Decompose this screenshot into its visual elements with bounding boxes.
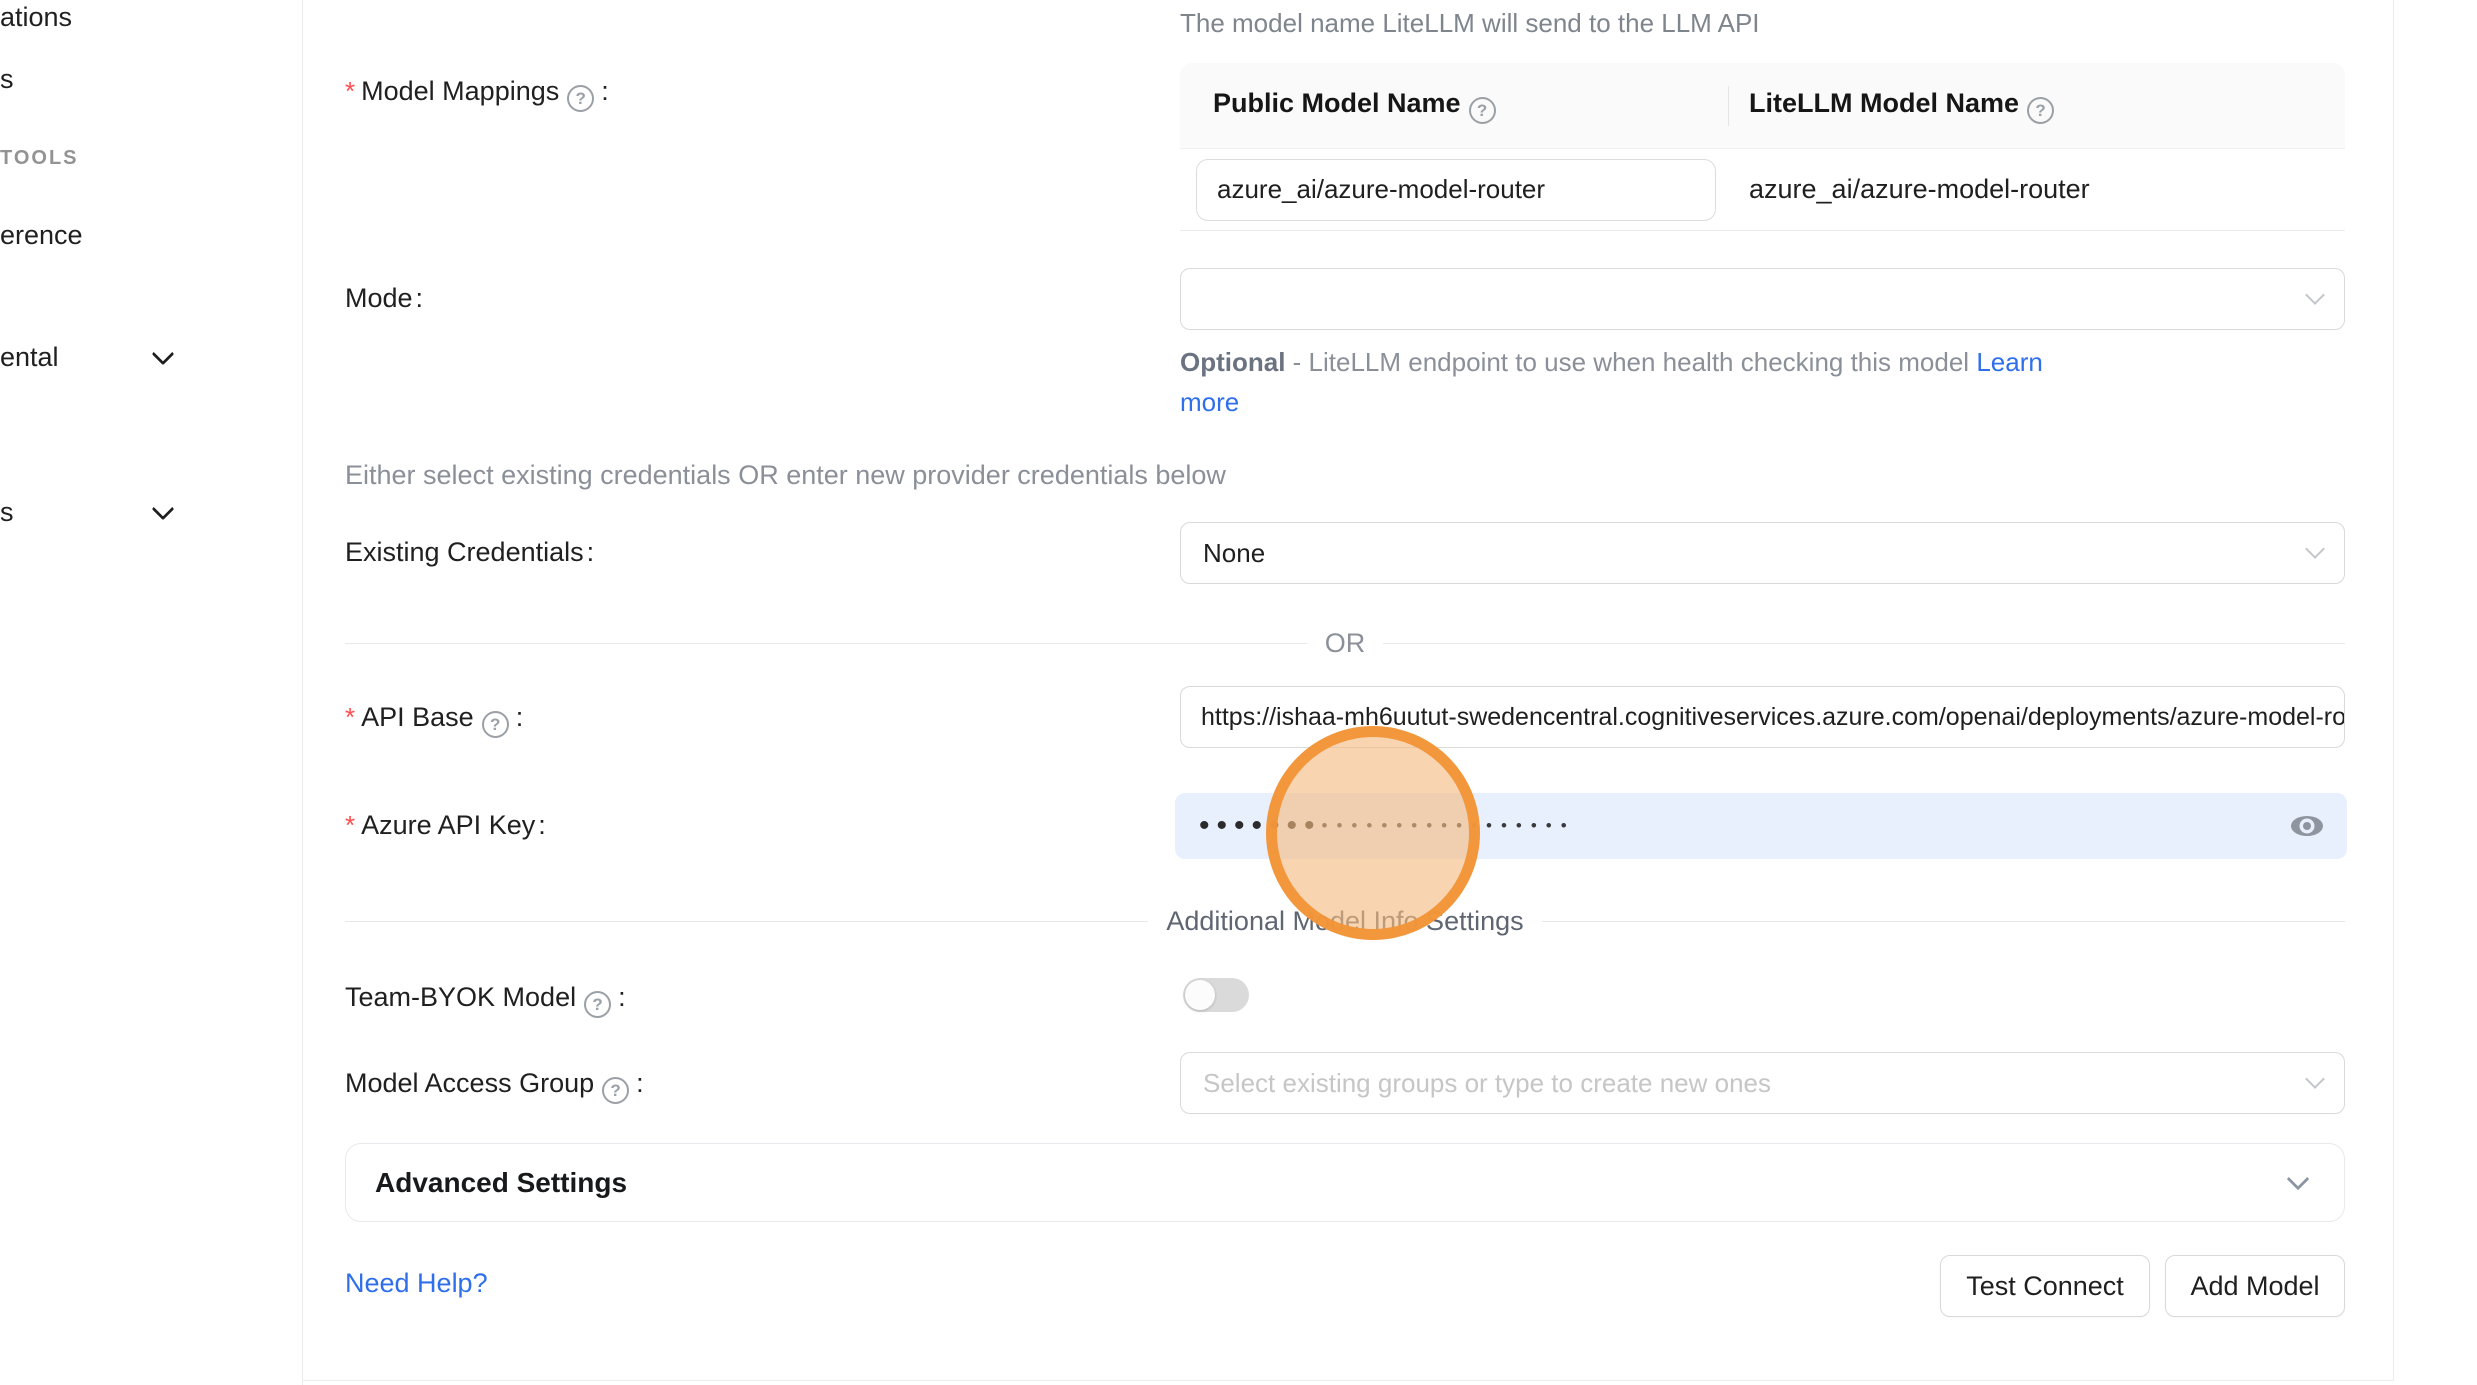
mode-label: Mode:	[345, 283, 423, 314]
sidebar-item-erence[interactable]: erence	[0, 220, 83, 251]
required-asterisk: *	[345, 76, 355, 106]
chevron-down-icon	[2305, 285, 2325, 305]
add-model-page: ations s TOOLS erence ental s The model …	[0, 0, 2477, 1385]
mode-help-line2: more	[1180, 387, 1239, 418]
litellm-model-name-value: azure_ai/azure-model-router	[1716, 174, 2090, 205]
model-mappings-table: Public Model Name? LiteLLM Model Name? a…	[1180, 63, 2345, 231]
model-name-hint: The model name LiteLLM will send to the …	[1180, 8, 1760, 39]
sidebar-item-s1[interactable]: s	[0, 64, 14, 95]
public-model-name-input[interactable]: azure_ai/azure-model-router	[1196, 159, 1716, 221]
advanced-settings-panel[interactable]: Advanced Settings	[345, 1143, 2345, 1222]
model-access-group-placeholder: Select existing groups or type to create…	[1203, 1068, 1771, 1099]
chevron-down-icon	[2305, 1069, 2325, 1089]
existing-credentials-select[interactable]: None	[1180, 522, 2345, 584]
help-icon[interactable]: ?	[584, 991, 611, 1018]
learn-more-link[interactable]: Learn	[1976, 347, 2043, 377]
or-divider-text: OR	[1325, 628, 1366, 659]
cursor-highlight-circle	[1266, 726, 1480, 940]
help-icon[interactable]: ?	[1469, 97, 1496, 124]
model-mappings-row: azure_ai/azure-model-router azure_ai/azu…	[1180, 149, 2345, 231]
team-byok-label: Team-BYOK Model?:	[345, 982, 626, 1018]
card-right-border	[2393, 0, 2394, 1381]
divider-line	[345, 921, 1148, 922]
mode-select[interactable]	[1180, 268, 2345, 330]
toggle-knob	[1185, 980, 1215, 1010]
team-byok-toggle[interactable]	[1183, 978, 1249, 1012]
sidebar-item-ental[interactable]: ental	[0, 342, 59, 373]
add-model-button[interactable]: Add Model	[2165, 1255, 2345, 1317]
divider-line	[1542, 921, 2345, 922]
model-access-group-select[interactable]: Select existing groups or type to create…	[1180, 1052, 2345, 1114]
existing-credentials-label: Existing Credentials:	[345, 537, 594, 568]
or-divider: OR	[345, 628, 2345, 659]
credentials-hint: Either select existing credentials OR en…	[345, 460, 1226, 491]
azure-api-key-label: *Azure API Key:	[345, 810, 546, 841]
eye-icon[interactable]	[2289, 810, 2325, 842]
help-icon[interactable]: ?	[482, 711, 509, 738]
sidebar-section-tools: TOOLS	[0, 147, 79, 170]
chevron-down-icon[interactable]	[152, 498, 175, 521]
mode-help-line1: Optional - LiteLLM endpoint to use when …	[1180, 347, 2043, 378]
litellm-model-name-header: LiteLLM Model Name?	[1729, 88, 2058, 124]
advanced-settings-title: Advanced Settings	[375, 1167, 627, 1199]
chevron-down-icon	[2287, 1167, 2310, 1190]
card-bottom-border	[302, 1380, 2393, 1381]
required-asterisk: *	[345, 702, 355, 732]
learn-more-link[interactable]: more	[1180, 387, 1239, 417]
model-mappings-label: *Model Mappings?:	[345, 76, 609, 112]
divider-line	[1383, 643, 2345, 644]
help-icon[interactable]: ?	[2027, 97, 2054, 124]
public-model-name-header: Public Model Name?	[1180, 88, 1728, 124]
chevron-down-icon[interactable]	[152, 343, 175, 366]
api-base-label: *API Base?:	[345, 702, 523, 738]
sidebar-item-ations[interactable]: ations	[0, 2, 72, 33]
help-icon[interactable]: ?	[567, 85, 594, 112]
existing-credentials-value: None	[1203, 538, 1265, 569]
help-icon[interactable]: ?	[602, 1077, 629, 1104]
divider-line	[345, 643, 1307, 644]
model-access-group-label: Model Access Group?:	[345, 1068, 644, 1104]
sidebar-divider	[302, 0, 303, 1385]
required-asterisk: *	[345, 810, 355, 840]
test-connect-button[interactable]: Test Connect	[1940, 1255, 2150, 1317]
chevron-down-icon	[2305, 539, 2325, 559]
need-help-link[interactable]: Need Help?	[345, 1268, 488, 1299]
model-mappings-header: Public Model Name? LiteLLM Model Name?	[1180, 63, 2345, 149]
sidebar-item-s2[interactable]: s	[0, 497, 14, 528]
